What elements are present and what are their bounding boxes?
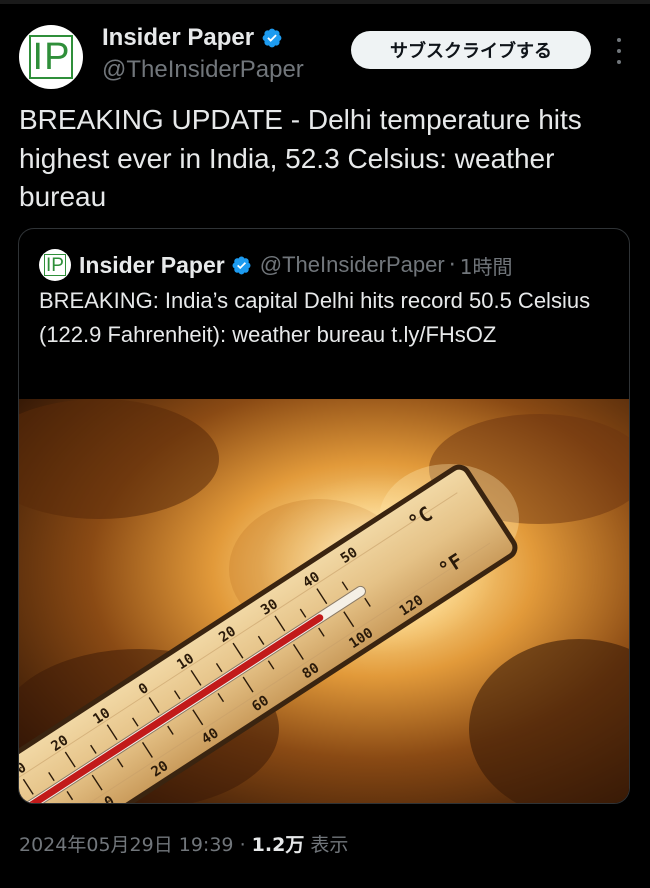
author-avatar[interactable]: IP [19,25,83,89]
views-label: 表示 [310,834,349,856]
subscribe-button[interactable]: サブスクライブする [351,31,591,69]
author-handle[interactable]: @TheInsiderPaper [102,56,304,84]
tweet-meta: 2024年05月29日 19:39 · 1.2万 表示 [19,830,348,857]
thermometer-image[interactable]: 30 20 10 0 10 20 30 40 50 20 0 20 40 60 … [19,399,630,804]
insider-paper-logo: IP [29,35,73,79]
quote-text: BREAKING: India’s capital Delhi hits rec… [39,288,591,347]
quote-author-handle[interactable]: @TheInsiderPaper [260,252,445,278]
author-name-row: Insider Paper [102,24,283,52]
quote-avatar[interactable]: IP [39,249,71,281]
tweet-text: BREAKING UPDATE - Delhi temperature hits… [19,104,582,212]
quote-author-name[interactable]: Insider Paper [79,252,225,279]
quote-separator: · [448,252,456,278]
more-vertical-icon[interactable] [611,38,627,64]
quoted-tweet-card[interactable]: IP Insider Paper @TheInsiderPaper · 1時間 … [18,228,630,804]
quote-header: IP Insider Paper @TheInsiderPaper · 1時間 [39,249,512,281]
quote-timestamp[interactable]: 1時間 [460,251,513,280]
author-name[interactable]: Insider Paper [102,24,254,52]
verified-badge-icon [232,256,251,274]
view-count: 1.2万 [251,834,305,856]
verified-badge-icon [262,28,282,48]
insider-paper-logo: IP [44,254,66,276]
meta-separator: · [239,834,246,856]
tweet-date[interactable]: 2024年05月29日 19:39 [19,834,234,856]
top-divider [0,0,650,4]
